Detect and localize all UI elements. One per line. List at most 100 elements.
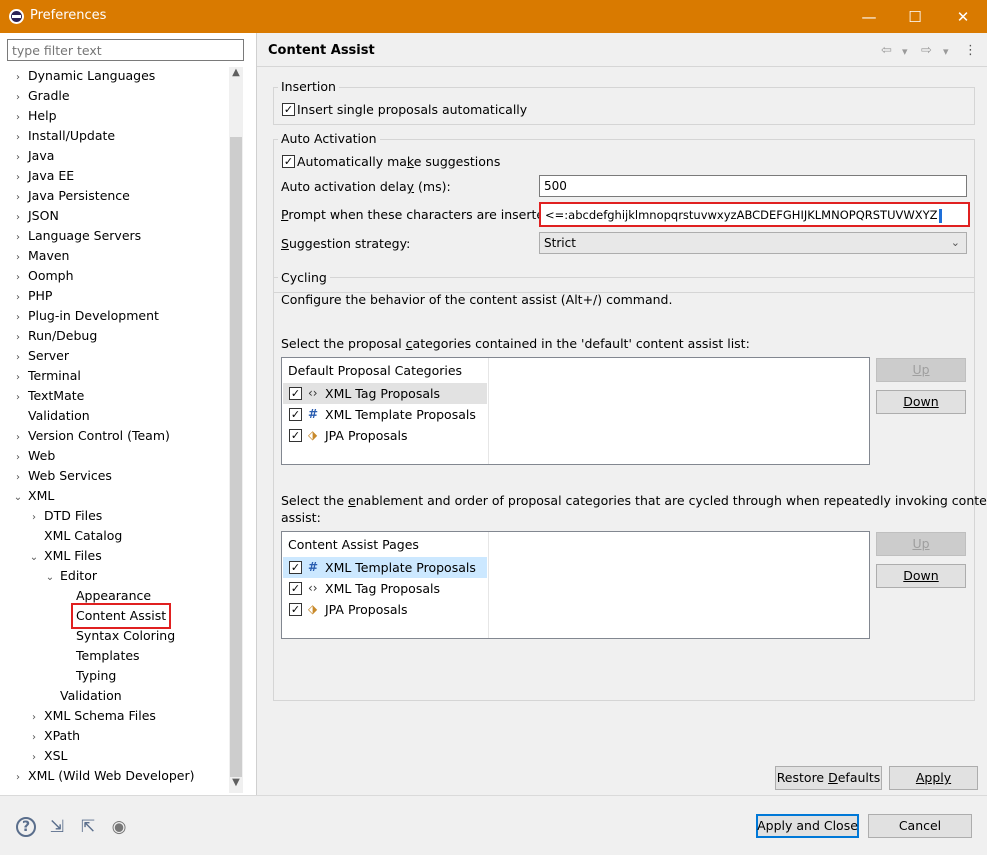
list-item[interactable]: ✓ ‹› XML Tag Proposals [283,383,487,404]
tree-item[interactable]: › Language Servers [10,226,143,246]
help-icon[interactable]: ? [16,817,36,837]
tree-item[interactable]: Appearance [58,586,153,606]
tree-item[interactable]: › Terminal [10,366,83,386]
chevron-right-icon[interactable]: › [10,208,26,228]
chevron-down-icon[interactable]: ⌄ [10,488,26,508]
activation-delay-input[interactable]: 500 [539,175,967,197]
chevron-right-icon[interactable]: › [26,708,42,728]
chevron-right-icon[interactable]: › [10,288,26,308]
chevron-down-icon[interactable]: ⌄ [26,548,42,568]
tree-item[interactable]: › Gradle [10,86,72,106]
category-checkbox[interactable]: ✓ [289,408,302,421]
page-checkbox[interactable]: ✓ [289,603,302,616]
cancel-button[interactable]: Cancel [868,814,972,838]
tree-item[interactable]: Validation [42,686,124,706]
default-up-button[interactable]: Up [876,358,966,382]
chevron-right-icon[interactable]: › [26,748,42,768]
chevron-right-icon[interactable]: › [10,388,26,408]
tree-item[interactable]: › Java Persistence [10,186,132,206]
tree-item[interactable]: XML Catalog [26,526,124,546]
tree-item[interactable]: Validation [10,406,92,426]
scroll-down-icon[interactable]: ▼ [229,777,243,793]
maximize-button[interactable]: ☐ [892,0,938,33]
default-down-button[interactable]: Down [876,390,966,414]
scroll-up-icon[interactable]: ▲ [229,67,243,83]
tree-item[interactable]: › Run/Debug [10,326,99,346]
minimize-button[interactable]: — [846,0,892,33]
chevron-right-icon[interactable]: › [10,248,26,268]
chevron-right-icon[interactable]: › [10,768,26,788]
category-checkbox[interactable]: ✓ [289,429,302,442]
insert-single-checkbox[interactable]: ✓ [282,103,295,116]
chevron-right-icon[interactable]: › [10,188,26,208]
tree-item[interactable]: › Java [10,146,56,166]
import-icon[interactable]: ⇲ [47,817,67,837]
chevron-right-icon[interactable]: › [10,68,26,88]
tree-item[interactable]: Content Assist [58,603,172,629]
tree-item[interactable]: › Oomph [10,266,76,286]
default-categories-list[interactable]: Default Proposal Categories ✓ ‹› XML Tag… [281,357,870,465]
tree-item[interactable]: › Plug-in Development [10,306,161,326]
tree-item[interactable]: › Java EE [10,166,76,186]
record-icon[interactable]: ◉ [109,817,129,837]
back-arrow-icon[interactable]: ⇦ [881,43,892,58]
view-menu-icon[interactable]: ⋮ [964,43,977,58]
tree-item[interactable]: › Web [10,446,57,466]
chevron-right-icon[interactable]: › [26,508,42,528]
tree-item[interactable]: › Dynamic Languages [10,66,157,86]
chevron-right-icon[interactable]: › [10,328,26,348]
restore-defaults-button[interactable]: Restore Defaults [775,766,882,790]
chevron-right-icon[interactable]: › [10,168,26,188]
export-icon[interactable]: ⇱ [78,817,98,837]
tree-item[interactable]: › TextMate [10,386,86,406]
apply-button[interactable]: Apply [889,766,978,790]
prompt-characters-input[interactable]: <=:abcdefghijklmnopqrstuvwxyzABCDEFGHIJK… [539,202,970,227]
list-item[interactable]: ✓ ⬗ JPA Proposals [283,425,487,446]
list-item[interactable]: ✓ ⬗ JPA Proposals [283,599,487,620]
tree-item[interactable]: › Server [10,346,71,366]
chevron-right-icon[interactable]: › [10,148,26,168]
chevron-right-icon[interactable]: › [10,468,26,488]
apply-and-close-button[interactable]: Apply and Close [756,814,859,838]
category-checkbox[interactable]: ✓ [289,387,302,400]
tree-item[interactable]: ⌄ XML Files [26,546,104,566]
tree-item[interactable]: Typing [58,666,118,686]
tree-item[interactable]: ⌄ Editor [42,566,99,586]
content-assist-pages-list[interactable]: Content Assist Pages ✓ # XML Template Pr… [281,531,870,639]
list-item[interactable]: ✓ # XML Template Proposals [283,404,487,425]
filter-input[interactable] [7,39,244,61]
tree-item[interactable]: ⌄ XML [10,486,56,506]
forward-menu-icon[interactable]: ▾ [943,45,949,58]
chevron-right-icon[interactable]: › [10,228,26,248]
tree-item[interactable]: Syntax Coloring [58,626,177,646]
cycle-down-button[interactable]: Down [876,564,966,588]
tree-scrollbar[interactable]: ▲ ▼ [229,67,243,793]
tree-item[interactable]: › DTD Files [26,506,104,526]
tree-item[interactable]: Templates [58,646,142,666]
page-checkbox[interactable]: ✓ [289,561,302,574]
chevron-right-icon[interactable]: › [10,428,26,448]
chevron-right-icon[interactable]: › [10,108,26,128]
forward-arrow-icon[interactable]: ⇨ [921,43,932,58]
tree-item[interactable]: › XML Schema Files [26,706,158,726]
chevron-right-icon[interactable]: › [10,128,26,148]
chevron-right-icon[interactable]: › [10,348,26,368]
back-menu-icon[interactable]: ▾ [902,45,908,58]
cycle-up-button[interactable]: Up [876,532,966,556]
tree-item[interactable]: › PHP [10,286,54,306]
suggestion-strategy-select[interactable]: Strict ⌄ [539,232,967,254]
list-item[interactable]: ✓ ‹› XML Tag Proposals [283,578,487,599]
chevron-down-icon[interactable]: ⌄ [42,568,58,588]
chevron-right-icon[interactable]: › [10,88,26,108]
tree-item[interactable]: › XPath [26,726,82,746]
tree-item[interactable]: › JSON [10,206,61,226]
page-checkbox[interactable]: ✓ [289,582,302,595]
chevron-right-icon[interactable]: › [10,268,26,288]
chevron-right-icon[interactable]: › [26,728,42,748]
tree-item[interactable]: › XSL [26,746,69,766]
tree-item[interactable]: › Maven [10,246,71,266]
tree-item[interactable]: › Install/Update [10,126,117,146]
chevron-right-icon[interactable]: › [10,368,26,388]
tree-item[interactable]: › Help [10,106,59,126]
make-suggestions-checkbox[interactable]: ✓ [282,155,295,168]
